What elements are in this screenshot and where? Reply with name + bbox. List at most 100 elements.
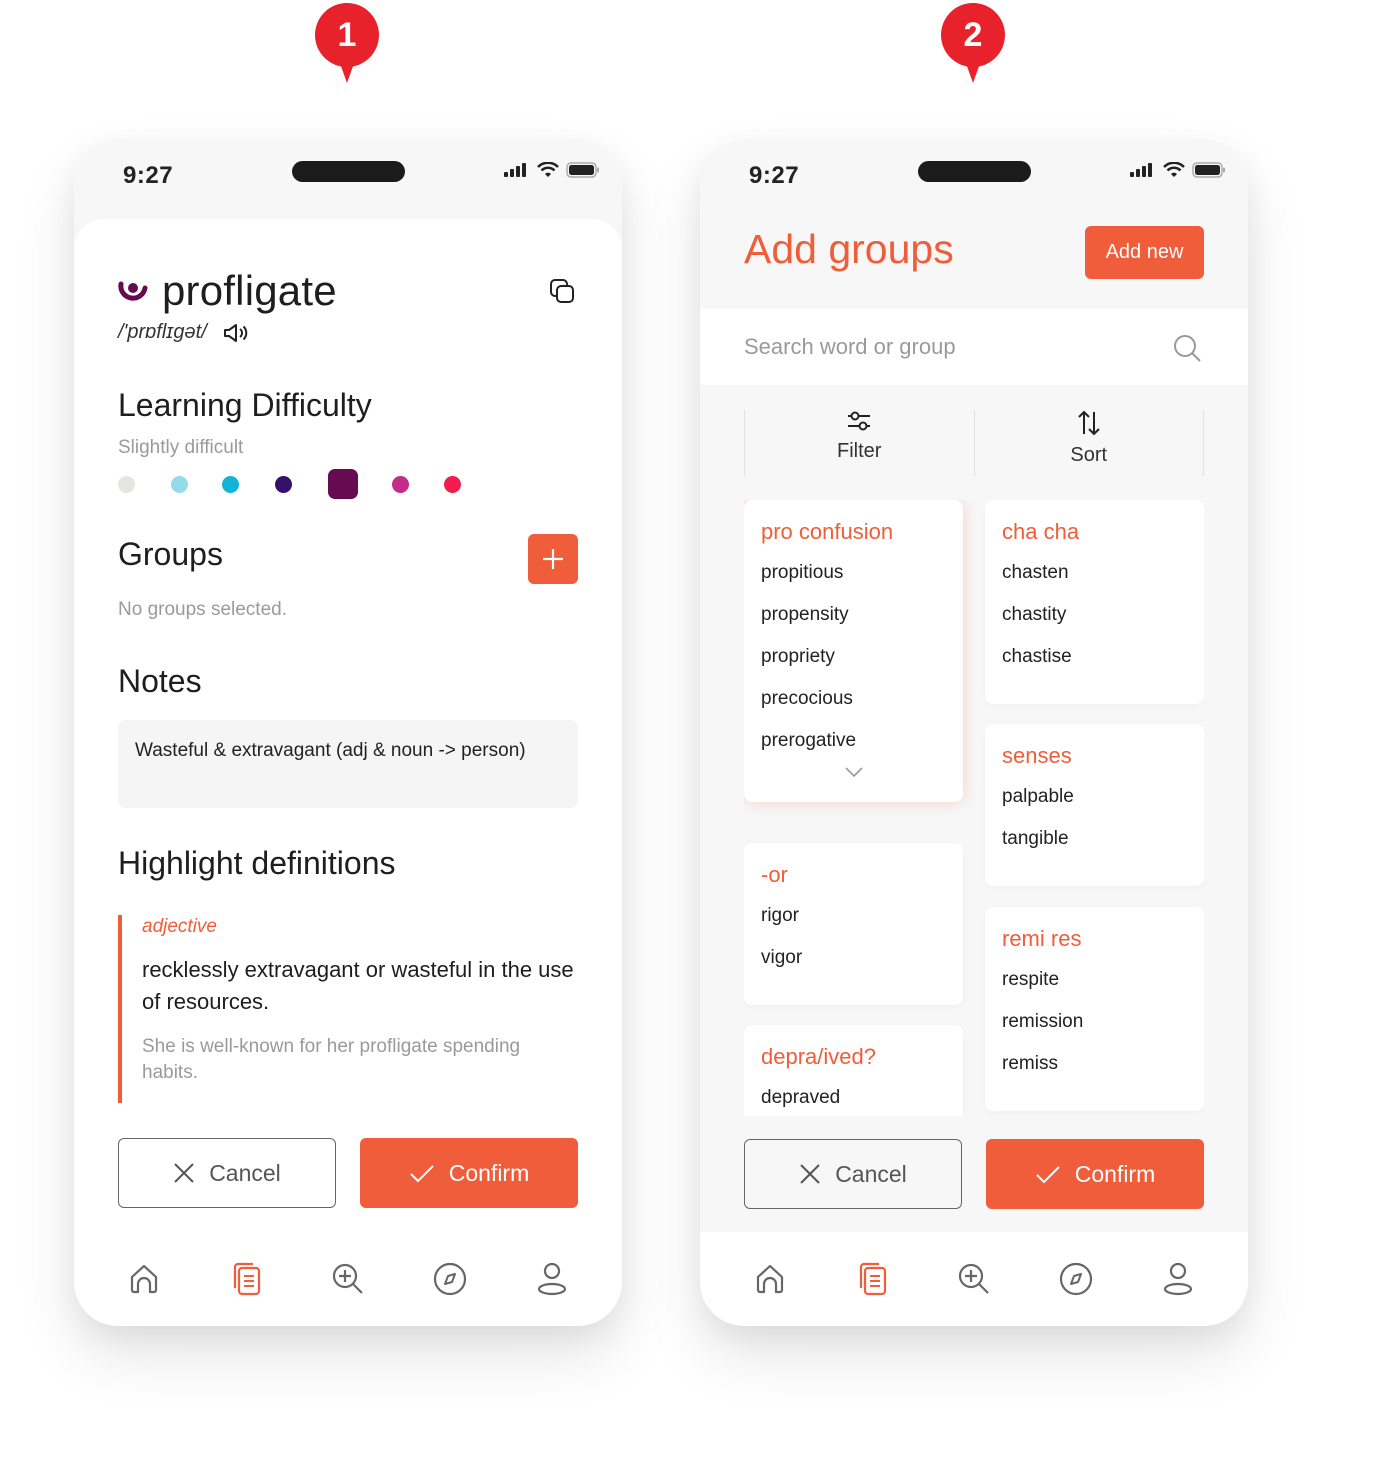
difficulty-level-3[interactable] <box>222 476 239 493</box>
profile-icon <box>1163 1262 1193 1296</box>
bottom-tab-bar <box>700 1232 1248 1326</box>
tab-profile[interactable] <box>1158 1259 1198 1299</box>
tab-cards[interactable] <box>853 1259 893 1299</box>
groups-empty-text: No groups selected. <box>118 599 287 620</box>
filter-label: Filter <box>837 440 882 462</box>
difficulty-level-2[interactable] <box>171 476 188 493</box>
expand-group[interactable] <box>761 765 946 783</box>
confirm-button[interactable]: Confirm <box>986 1139 1204 1209</box>
status-time: 9:27 <box>123 162 174 189</box>
home-icon <box>130 1264 158 1294</box>
home-icon <box>756 1264 784 1294</box>
cancel-label: Cancel <box>835 1160 907 1187</box>
example-sentence: She is well-known for her profligate spe… <box>142 1036 521 1083</box>
group-card[interactable]: senses palpable tangible <box>985 724 1204 886</box>
definition-block[interactable]: adjective recklessly extravagant or wast… <box>118 915 578 1103</box>
cancel-button[interactable]: Cancel <box>118 1138 336 1208</box>
group-word: palpable <box>1002 786 1074 807</box>
notes-field[interactable]: Wasteful & extravagant (adj & noun -> pe… <box>118 720 578 808</box>
check-icon <box>410 1165 434 1183</box>
sort-icon <box>1078 410 1100 436</box>
check-icon <box>1036 1166 1060 1184</box>
group-word: chasten <box>1002 562 1069 583</box>
wifi-icon <box>1163 162 1185 177</box>
cancel-button[interactable]: Cancel <box>744 1139 962 1209</box>
group-word: rigor <box>761 905 800 926</box>
search-bar <box>700 309 1248 385</box>
group-card[interactable]: pro confusion propitious propensity proprie… <box>744 500 963 802</box>
group-word: propitious <box>761 562 844 583</box>
phonetic: /'prɒflɪgət/ <box>118 321 207 343</box>
group-title: depra/ived? <box>761 1044 876 1069</box>
signal-icon <box>504 163 526 177</box>
group-word: vigor <box>761 947 803 968</box>
group-word: depraved <box>761 1087 841 1108</box>
confirm-label: Confirm <box>1074 1160 1156 1187</box>
group-word: propensity <box>761 604 849 625</box>
step-marker-2: 2 <box>941 3 1005 85</box>
group-word: remission <box>1002 1011 1084 1032</box>
definition-text: recklessly extravagant or wasteful in th… <box>142 957 574 1014</box>
word-detail-sheet: profligate /'prɒflɪgət/ Learning Difficu… <box>74 219 622 1232</box>
sort-button[interactable]: Sort <box>973 410 1204 476</box>
wifi-icon <box>537 162 559 177</box>
difficulty-level-1[interactable] <box>118 476 135 493</box>
phone-add-groups: 9:27 Add groups Add new Filter Sort pro … <box>700 140 1248 1326</box>
group-word: respite <box>1002 969 1060 990</box>
difficulty-level-6[interactable] <box>392 476 409 493</box>
confirm-label: Confirm <box>448 1159 530 1186</box>
zoom-in-icon <box>332 1263 363 1294</box>
group-card[interactable]: depra/ived? depraved <box>744 1025 963 1116</box>
groups-heading: Groups <box>118 536 223 572</box>
tab-search[interactable] <box>328 1259 368 1299</box>
difficulty-level-7[interactable] <box>444 476 461 493</box>
filter-sort-bar: Filter Sort <box>744 410 1204 476</box>
sort-label: Sort <box>1070 444 1108 466</box>
group-word: propriety <box>761 646 835 667</box>
speaker-icon[interactable] <box>223 322 251 344</box>
compass-icon <box>433 1262 467 1296</box>
word-title: profligate <box>162 267 337 314</box>
group-title: cha cha <box>1002 519 1080 544</box>
status-time: 9:27 <box>749 162 800 189</box>
cards-icon <box>859 1262 887 1296</box>
bottom-tab-bar <box>74 1232 622 1326</box>
notes-heading: Notes <box>118 663 202 699</box>
difficulty-level-4[interactable] <box>275 476 292 493</box>
profile-icon <box>537 1262 567 1296</box>
filter-button[interactable]: Filter <box>744 410 974 476</box>
difficulty-level-5[interactable] <box>328 469 358 499</box>
group-word: remiss <box>1002 1053 1058 1074</box>
dynamic-island <box>292 161 405 182</box>
tab-home[interactable] <box>124 1259 164 1299</box>
tab-profile[interactable] <box>532 1259 572 1299</box>
group-word: precocious <box>761 688 853 709</box>
add-new-button[interactable]: Add new <box>1085 226 1204 279</box>
difficulty-heading: Learning Difficulty <box>118 387 372 423</box>
tab-cards[interactable] <box>227 1259 267 1299</box>
add-group-button[interactable] <box>528 534 578 584</box>
group-card[interactable]: remi res respite remission remiss <box>985 907 1204 1111</box>
confirm-button[interactable]: Confirm <box>360 1138 578 1208</box>
tab-explore[interactable] <box>1056 1259 1096 1299</box>
copy-icon[interactable] <box>548 277 576 305</box>
group-cards-grid: pro confusion propitious propensity proprie… <box>744 500 1204 1116</box>
search-icon[interactable] <box>1172 333 1202 363</box>
search-input[interactable] <box>744 309 1144 385</box>
cancel-label: Cancel <box>209 1159 281 1186</box>
group-word: prerogative <box>761 730 857 751</box>
difficulty-logo-icon <box>118 281 148 301</box>
group-title: remi res <box>1002 926 1082 951</box>
difficulty-selector <box>118 468 478 500</box>
group-card[interactable]: cha cha chasten chastity chastise <box>985 500 1204 704</box>
group-card[interactable]: -or rigor vigor <box>744 843 963 1005</box>
tab-explore[interactable] <box>430 1259 470 1299</box>
part-of-speech: adjective <box>142 916 217 937</box>
chevron-down-icon <box>844 767 863 778</box>
phone-word-detail: 9:27 profligate /'prɒflɪgət/ Learning Di… <box>74 140 622 1326</box>
signal-icon <box>1130 163 1152 177</box>
tab-home[interactable] <box>750 1259 790 1299</box>
zoom-in-icon <box>958 1263 989 1294</box>
tab-search[interactable] <box>954 1259 994 1299</box>
battery-icon <box>566 162 599 178</box>
